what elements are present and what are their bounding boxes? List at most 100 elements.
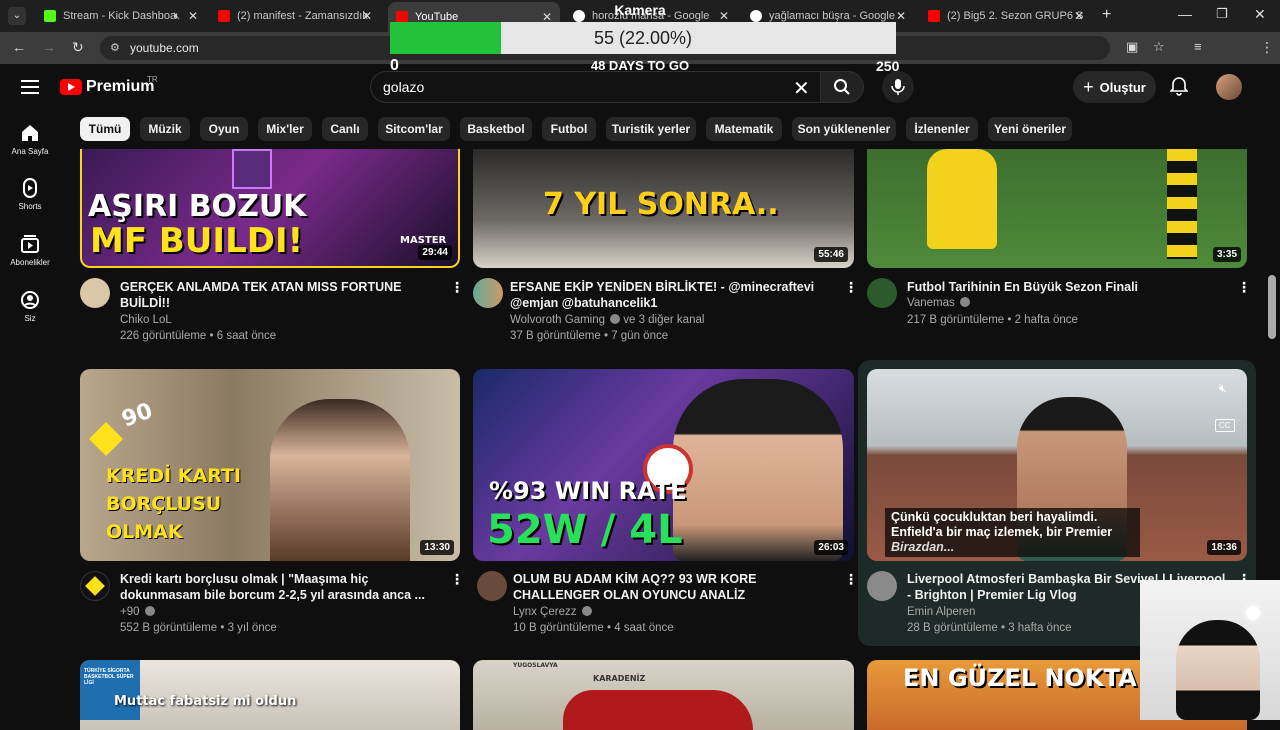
chip-all[interactable]: Tümü xyxy=(80,117,130,141)
chip-tourist[interactable]: Turistik yerler xyxy=(606,117,696,141)
channel-name[interactable]: Lynx Çerezz xyxy=(513,606,592,618)
minimize-icon[interactable]: — xyxy=(1178,6,1192,22)
reload-icon[interactable]: ↻ xyxy=(72,39,84,56)
region-code: TR xyxy=(147,75,158,84)
voice-search-button[interactable] xyxy=(882,71,914,103)
verified-icon xyxy=(959,297,970,307)
back-icon[interactable]: ← xyxy=(12,39,26,55)
captions-button[interactable]: CC xyxy=(1215,419,1235,432)
tab-manifest[interactable]: (2) manifest - Zamansızdık ✕ xyxy=(210,4,380,28)
reading-list-icon[interactable]: ≡ xyxy=(1194,39,1202,54)
video-title[interactable]: Kredi kartı borçlusu olmak | "Maaşıma hi… xyxy=(120,571,440,603)
webcam-overlay xyxy=(1140,580,1280,720)
video-duration: 26:03 xyxy=(814,540,848,555)
sidebar-item-subscriptions[interactable]: Abonelikler xyxy=(0,234,60,267)
tab-kick[interactable]: Stream - Kick Dashboa 🔇︎ ✕ xyxy=(36,4,206,28)
new-tab-icon[interactable]: + xyxy=(1102,6,1111,24)
search-value: golazo xyxy=(383,79,425,95)
menu-hamburger-icon[interactable] xyxy=(21,80,39,98)
tab-label: (2) manifest - Zamansızdık xyxy=(237,10,368,22)
thumbnail-text: 90 xyxy=(118,398,156,433)
close-tab-icon[interactable]: ✕ xyxy=(188,9,198,23)
chip-watched[interactable]: İzlenenler xyxy=(906,117,978,141)
chip-football[interactable]: Futbol xyxy=(542,117,596,141)
video-title[interactable]: Futbol Tarihinin En Büyük Sezon Finali xyxy=(907,279,1227,295)
close-window-icon[interactable]: ✕ xyxy=(1254,6,1266,23)
google-icon xyxy=(750,10,762,22)
restore-icon[interactable]: ❐ xyxy=(1216,6,1228,22)
video-title[interactable]: EFSANE EKİP YENİDEN BİRLİKTE! - @minecra… xyxy=(510,279,840,311)
sidebar-label: Shorts xyxy=(18,202,42,211)
tab-search-button[interactable]: ⌄ xyxy=(8,7,26,25)
tab-label: Stream - Kick Dashboa xyxy=(63,10,177,22)
youtube-premium-logo[interactable]: Premium xyxy=(86,78,154,96)
close-tab-icon[interactable]: ✕ xyxy=(362,9,372,23)
chip-new[interactable]: Yeni öneriler xyxy=(988,117,1072,141)
plus90-logo xyxy=(85,576,105,596)
goal-days-left: 48 DAYS TO GO xyxy=(590,58,690,73)
video-thumbnail[interactable]: AŞIRI BOZUK MF BUILDI! MASTER 29:44 xyxy=(80,149,460,268)
video-thumbnail[interactable]: %93 WIN RATE 52W / 4L 26:03 xyxy=(473,369,854,561)
more-options-icon[interactable]: ⋮ xyxy=(450,280,464,294)
close-tab-icon[interactable]: ✕ xyxy=(896,9,906,23)
channel-avatar[interactable] xyxy=(867,571,897,601)
chip-music[interactable]: Müzik xyxy=(140,117,190,141)
chip-mixes[interactable]: Mix'ler xyxy=(258,117,312,141)
youtube-logo-icon[interactable] xyxy=(60,79,82,95)
page-scrollbar[interactable] xyxy=(1268,275,1276,339)
search-button[interactable] xyxy=(820,71,864,103)
more-options-icon[interactable]: ⋮ xyxy=(1237,280,1251,294)
close-tab-icon[interactable]: ✕ xyxy=(1074,9,1084,23)
channel-avatar[interactable] xyxy=(80,278,110,308)
mute-icon[interactable]: 🔇︎ xyxy=(1219,381,1227,396)
chip-math[interactable]: Matematik xyxy=(706,117,782,141)
create-button[interactable]: + Oluştur xyxy=(1073,71,1156,103)
tab-big5[interactable]: (2) Big5 2. Sezon GRUP6 S ✕ xyxy=(920,4,1092,28)
video-title[interactable]: GERÇEK ANLAMDA TEK ATAN MISS FORTUNE BUİL… xyxy=(120,279,440,311)
more-options-icon[interactable]: ⋮ xyxy=(844,572,858,586)
more-options-icon[interactable]: ⋮ xyxy=(844,280,858,294)
verified-icon xyxy=(144,606,155,616)
channel-avatar[interactable] xyxy=(867,278,897,308)
site-info-icon[interactable]: ⚙ xyxy=(110,41,120,54)
chip-recent[interactable]: Son yüklenenler xyxy=(792,117,896,141)
chip-sitcoms[interactable]: Sitcom'lar xyxy=(378,117,450,141)
channel-avatar[interactable] xyxy=(473,278,503,308)
chip-gaming[interactable]: Oyun xyxy=(200,117,248,141)
search-input[interactable]: golazo xyxy=(370,71,820,103)
mask-figure xyxy=(1176,620,1260,720)
sidebar-item-home[interactable]: Ana Sayfa xyxy=(0,123,60,156)
account-avatar[interactable] xyxy=(1216,74,1242,100)
clear-search-icon[interactable]: ✕ xyxy=(793,76,810,101)
install-icon[interactable]: ▣ xyxy=(1126,39,1138,55)
channel-name[interactable]: +90 xyxy=(120,606,155,618)
video-caption: Çünkü çocukluktan beri hayalimdi. Enfiel… xyxy=(885,508,1140,557)
channel-name[interactable]: Wolvoroth Gaming ve 3 diğer kanal xyxy=(510,314,704,326)
chip-live[interactable]: Canlı xyxy=(322,117,368,141)
sidebar-item-shorts[interactable]: Shorts xyxy=(0,178,60,211)
channel-name[interactable]: Vanemas xyxy=(907,297,970,309)
sidebar-item-you[interactable]: Siz xyxy=(0,290,60,323)
tab-label: yağlamacı büşra - Google xyxy=(769,10,895,22)
thumbnail-text: %93 WIN RATE xyxy=(489,477,687,505)
channel-avatar[interactable] xyxy=(477,571,507,601)
mute-icon[interactable]: 🔇︎ xyxy=(174,11,180,22)
thumbnail-text: Muttac fabatsiz mi oldun xyxy=(114,694,297,709)
video-duration: 3:35 xyxy=(1212,247,1241,262)
channel-name[interactable]: Chiko LoL xyxy=(120,314,172,326)
microphone-icon xyxy=(891,79,905,95)
video-thumbnail[interactable]: 90 KREDİ KARTI BORÇLUSU OLMAK 13:30 xyxy=(80,369,460,561)
menu-icon[interactable]: ⋮ xyxy=(1260,39,1274,56)
notifications-bell-icon[interactable] xyxy=(1169,76,1189,101)
close-tab-icon[interactable]: ✕ xyxy=(719,9,729,23)
more-options-icon[interactable]: ⋮ xyxy=(450,572,464,586)
video-thumbnail[interactable]: 3:35 xyxy=(867,149,1247,268)
channel-avatar[interactable] xyxy=(80,571,110,601)
video-title[interactable]: OLUM BU ADAM KİM AQ?? 93 WR KORE CHALLENG… xyxy=(513,571,833,603)
video-thumbnail[interactable]: 7 YIL SONRA.. 55:46 xyxy=(473,149,854,268)
chip-basketball[interactable]: Basketbol xyxy=(460,117,532,141)
channel-name[interactable]: Emin Alperen xyxy=(907,606,975,618)
forward-icon[interactable]: → xyxy=(42,39,56,55)
thumbnail-text: MF BUILDI! xyxy=(90,221,304,261)
bookmark-star-icon[interactable]: ☆ xyxy=(1153,39,1165,55)
